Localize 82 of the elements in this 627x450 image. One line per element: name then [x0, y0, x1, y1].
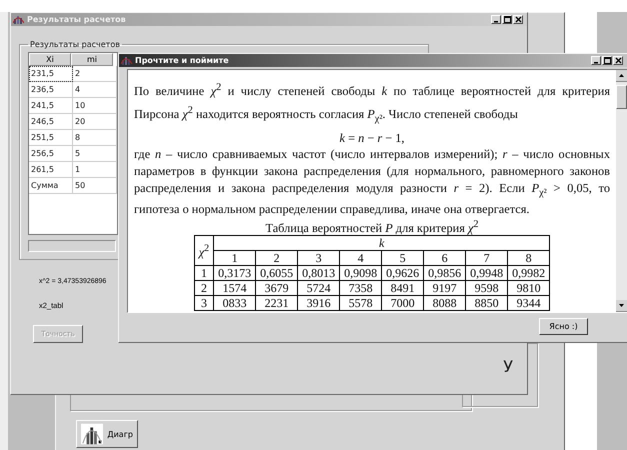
- table-cell: 0,9626: [382, 266, 424, 281]
- table-cell[interactable]: 241,5: [29, 98, 73, 114]
- table-cell[interactable]: 8: [73, 130, 117, 146]
- table-cell[interactable]: 50: [73, 178, 117, 194]
- scroll-up-icon[interactable]: [616, 70, 627, 82]
- table-cell: χ$^{2}$: [194, 236, 214, 266]
- maximize-button[interactable]: [502, 15, 512, 24]
- table-cell[interactable]: 4: [73, 82, 117, 98]
- table-cell: 0833: [214, 296, 256, 311]
- paragraph: где n – число сравниваемых частот (число интервалов измерений); r – число основных параметров в функции закона распределения (для нормального, равномерного законов распределения и закона распределения модуля разности r = 2). Если P$_{χ²}$ > 0,05, то гипотеза о нормальном распределении справедлива, иначе она отвергается.: [134, 146, 610, 218]
- table-cell: 9344: [508, 296, 550, 311]
- table-cell: 8850: [466, 296, 508, 311]
- table-cell[interactable]: Сумма: [29, 178, 73, 194]
- minimize-button[interactable]: [591, 56, 601, 65]
- close-button[interactable]: [513, 15, 523, 24]
- table-cell: 0,9948: [466, 266, 508, 281]
- table-cell[interactable]: 1: [73, 162, 117, 178]
- scrollbar[interactable]: [616, 70, 627, 312]
- table-cell: 8: [508, 250, 550, 266]
- table-cell[interactable]: 256,5: [29, 146, 73, 162]
- scroll-down-icon[interactable]: [616, 300, 627, 312]
- column-header[interactable]: mi: [71, 53, 113, 66]
- formula-text: k = n − r − 1,: [338, 130, 406, 146]
- table-cell[interactable]: 231,5: [29, 66, 73, 82]
- table-cell: 8088: [424, 296, 466, 311]
- table-cell: 6: [424, 250, 466, 266]
- table-cell[interactable]: 236,5: [29, 82, 73, 98]
- table-caption: Таблица вероятностей P для критерия χ$^{2}$: [264, 218, 480, 236]
- column-header[interactable]: Xi: [29, 53, 71, 66]
- table-cell[interactable]: 251,5: [29, 130, 73, 146]
- table-cell: 9598: [466, 280, 508, 296]
- table-cell: 0,9982: [508, 266, 550, 281]
- table-cell: 0,8013: [298, 266, 340, 281]
- table-cell: 8491: [382, 280, 424, 296]
- table-cell: 1: [214, 250, 256, 266]
- table-cell[interactable]: 246,5: [29, 114, 73, 130]
- table-cell: 3679: [256, 280, 298, 296]
- window-title: Прочтите и поймите: [135, 56, 230, 65]
- table-cell: 9810: [508, 280, 550, 296]
- table-cell: 5578: [340, 296, 382, 311]
- group-title: Результаты расчетов: [29, 40, 121, 49]
- maximize-icon: [504, 16, 510, 23]
- table-cell: 3: [298, 250, 340, 266]
- minimize-button[interactable]: [491, 15, 501, 24]
- table-cell: 7000: [382, 296, 424, 311]
- table-cell: 3: [194, 296, 214, 311]
- chart-icon: [81, 423, 104, 445]
- table-cell: 5724: [298, 280, 340, 296]
- table-cell: 2231: [256, 296, 298, 311]
- chart-button[interactable]: Диагр: [76, 420, 138, 448]
- table-cell: 0,9856: [424, 266, 466, 281]
- chart-icon: [121, 56, 132, 65]
- close-button[interactable]: [613, 56, 623, 65]
- close-icon: [614, 57, 622, 64]
- scrollbar[interactable]: [28, 240, 116, 252]
- table-cell: 3916: [298, 296, 340, 311]
- close-icon: [514, 16, 522, 23]
- table-cell[interactable]: 10: [73, 98, 117, 114]
- window-title: Результаты расчетов: [27, 15, 127, 24]
- table-cell: 9197: [424, 280, 466, 296]
- maximize-icon: [604, 57, 610, 64]
- chart-icon: [13, 15, 24, 24]
- table-cell: 2: [256, 250, 298, 266]
- table-cell: 4: [340, 250, 382, 266]
- table-cell: 2: [194, 280, 214, 296]
- table-cell: 0,9098: [340, 266, 382, 281]
- maximize-button[interactable]: [602, 56, 612, 65]
- table-cell: k: [214, 236, 550, 251]
- table-cell: 0,6055: [256, 266, 298, 281]
- table-cell[interactable]: 20: [73, 114, 117, 130]
- table-cell[interactable]: 5: [73, 146, 117, 162]
- side-label: У: [503, 357, 513, 376]
- table-cell: 7358: [340, 280, 382, 296]
- scroll-thumb[interactable]: [616, 85, 627, 109]
- table-cell[interactable]: 2: [73, 66, 117, 82]
- table-cell: 1: [194, 266, 214, 281]
- table-cell: 0,3173: [214, 266, 256, 281]
- table-cell: 1574: [214, 280, 256, 296]
- table-cell[interactable]: 261,5: [29, 162, 73, 178]
- ok-button[interactable]: Ясно :): [539, 318, 588, 335]
- table-cell: 5: [382, 250, 424, 266]
- table-cell: 7: [466, 250, 508, 266]
